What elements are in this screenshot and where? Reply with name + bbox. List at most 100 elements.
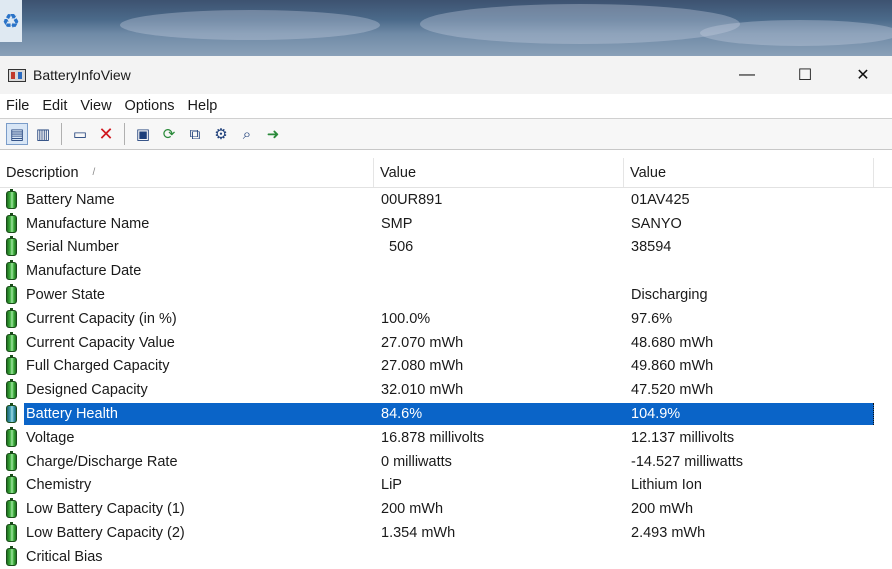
value-2-cell: 47.520 mWh xyxy=(631,382,714,399)
app-icon xyxy=(8,68,26,82)
value-1-cell: LiP xyxy=(381,477,402,494)
copy-icon[interactable]: ⧉ xyxy=(184,123,206,145)
column-header-description[interactable]: Description / xyxy=(0,158,374,187)
value-2-cell: 2.493 mWh xyxy=(631,525,706,542)
row-label: Voltage xyxy=(26,429,75,446)
toolbar-separator xyxy=(61,123,62,145)
table-row[interactable]: Current Capacity (in %) 100.0% 97.6% xyxy=(0,307,892,331)
table-row[interactable]: Voltage 16.878 millivolts 12.137 millivolt… xyxy=(0,426,892,450)
value-2-cell: 49.860 mWh xyxy=(631,358,714,375)
value-1-cell: 00UR891 xyxy=(381,191,443,208)
value-2-cell: 01AV425 xyxy=(631,191,690,208)
value-2-cell xyxy=(624,259,874,283)
table-row[interactable]: Battery Health 84.6% 104.9% xyxy=(0,402,892,426)
value-1-cell xyxy=(374,283,624,307)
table-row[interactable]: Power State Discharging xyxy=(0,283,892,307)
battery-icon xyxy=(6,236,17,257)
battery-icon xyxy=(6,260,17,281)
app-window: BatteryInfoView — ☐ ✕ File Edit View Opt… xyxy=(0,56,892,568)
value-2-cell: 104.9% xyxy=(624,403,874,426)
menu-edit[interactable]: Edit xyxy=(38,98,76,114)
column-header-value-1[interactable]: Value xyxy=(374,158,624,187)
value-1-cell: 27.080 mWh xyxy=(381,358,464,375)
maximize-button[interactable]: ☐ xyxy=(776,56,834,94)
table-row[interactable]: Chemistry LiP Lithium Ion xyxy=(0,474,892,498)
exit-icon[interactable]: ➜ xyxy=(262,123,284,145)
description-cell: Charge/Discharge Rate xyxy=(0,450,374,474)
window-title: BatteryInfoView xyxy=(33,67,131,83)
menu-view[interactable]: View xyxy=(76,98,120,114)
properties-icon[interactable]: ⚙ xyxy=(210,123,232,145)
view-mode-icon[interactable]: ▤ xyxy=(6,123,28,145)
description-cell: Chemistry xyxy=(0,474,374,498)
battery-icon xyxy=(6,379,17,400)
description-cell: Power State xyxy=(0,283,374,307)
table-row[interactable]: Critical Bias xyxy=(0,545,892,569)
row-label: Chemistry xyxy=(26,477,92,494)
menu-options[interactable]: Options xyxy=(121,98,184,114)
menu-file[interactable]: File xyxy=(2,98,38,114)
value-1-cell: 1.354 mWh xyxy=(381,525,456,542)
table-row[interactable]: Full Charged Capacity 27.080 mWh 49.860 mW… xyxy=(0,355,892,379)
table-row[interactable]: Low Battery Capacity (1) 200 mWh 200 mWh xyxy=(0,497,892,521)
minimize-button[interactable]: — xyxy=(718,56,776,94)
description-cell: Designed Capacity xyxy=(0,378,374,402)
row-label: Serial Number xyxy=(26,239,119,256)
table-row[interactable]: Manufacture Date xyxy=(0,259,892,283)
description-cell: Current Capacity Value xyxy=(0,331,374,355)
value-2-cell: Discharging xyxy=(631,287,708,304)
row-label: Low Battery Capacity (1) xyxy=(26,501,185,518)
battery-icon xyxy=(6,474,17,495)
toolbar-separator xyxy=(124,123,125,145)
description-cell: Battery Health xyxy=(0,402,374,426)
refresh-icon[interactable]: ⟳ xyxy=(158,123,180,145)
table-row[interactable]: Battery Name 00UR891 01AV425 xyxy=(0,188,892,212)
list-header: Description / Value Value xyxy=(0,158,892,188)
value-2-cell: SANYO xyxy=(631,215,682,232)
html-report-icon[interactable]: ▭ xyxy=(69,123,91,145)
column-header-value-2[interactable]: Value xyxy=(624,158,874,187)
battery-icon xyxy=(6,188,17,209)
battery-icon xyxy=(6,212,17,233)
table-row[interactable]: Designed Capacity 32.010 mWh 47.520 mWh xyxy=(0,378,892,402)
close-button[interactable]: ✕ xyxy=(834,56,892,94)
table-row[interactable]: Low Battery Capacity (2) 1.354 mWh 2.493 m… xyxy=(0,521,892,545)
column-header-label: Description xyxy=(6,164,79,181)
find-icon[interactable]: ⌕ xyxy=(236,123,258,145)
column-header-label: Value xyxy=(380,164,417,181)
row-label: Battery Name xyxy=(26,191,115,208)
row-label: Current Capacity Value xyxy=(26,334,175,351)
battery-icon xyxy=(6,403,17,424)
description-cell: Current Capacity (in %) xyxy=(0,307,374,331)
column-header-label: Value xyxy=(630,164,667,181)
value-2-cell: 97.6% xyxy=(631,310,673,327)
row-label: Manufacture Name xyxy=(26,215,150,232)
table-row[interactable]: Manufacture Name SMP SANYO xyxy=(0,212,892,236)
battery-icon xyxy=(6,284,17,305)
menu-bar: File Edit View Options Help xyxy=(0,94,892,118)
description-cell: Critical Bias xyxy=(0,545,374,569)
battery-icon xyxy=(6,522,17,543)
delete-icon[interactable]: ✕ xyxy=(95,123,117,145)
table-row[interactable]: Current Capacity Value 27.070 mWh 48.680 m… xyxy=(0,331,892,355)
value-1-cell xyxy=(374,259,624,283)
row-label: Critical Bias xyxy=(26,548,103,565)
table-row[interactable]: Serial Number 506 38594 xyxy=(0,236,892,260)
description-cell: Serial Number xyxy=(0,236,374,260)
battery-log-icon[interactable]: ▥ xyxy=(32,123,54,145)
value-1-cell: 100.0% xyxy=(381,310,431,327)
table-row[interactable]: Charge/Discharge Rate 0 milliwatts -14.527… xyxy=(0,450,892,474)
row-label: Charge/Discharge Rate xyxy=(26,453,178,470)
save-icon[interactable]: ▣ xyxy=(132,123,154,145)
menu-help[interactable]: Help xyxy=(184,98,227,114)
row-label: Power State xyxy=(26,287,105,304)
battery-icon xyxy=(6,498,17,519)
row-label: Battery Health xyxy=(24,403,374,426)
value-1-cell: SMP xyxy=(381,215,413,232)
battery-icon xyxy=(6,426,17,447)
battery-icon xyxy=(6,307,17,328)
row-label: Low Battery Capacity (2) xyxy=(26,525,185,542)
recycle-bin-icon[interactable]: ♻ xyxy=(0,0,22,42)
value-1-cell xyxy=(374,545,624,569)
value-1-cell: 84.6% xyxy=(374,403,624,426)
